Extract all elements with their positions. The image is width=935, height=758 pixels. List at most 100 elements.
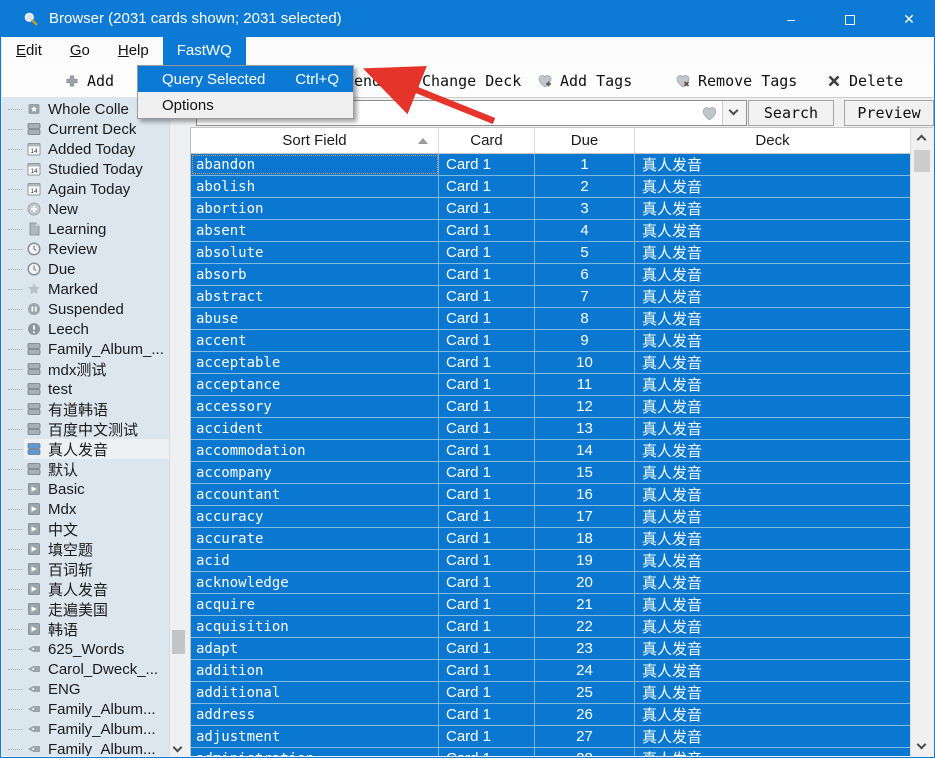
sidebar-item[interactable]: Due: [2, 259, 169, 279]
table-row[interactable]: abstract Card 1 7 真人发音: [191, 286, 910, 308]
column-header-card[interactable]: Card: [439, 128, 535, 153]
sidebar-item[interactable]: Family_Album...: [2, 699, 169, 719]
table-row[interactable]: accommodation Card 1 14 真人发音: [191, 440, 910, 462]
scroll-down-icon[interactable]: [916, 739, 927, 750]
sidebar-item[interactable]: test: [2, 379, 169, 399]
table-row[interactable]: absolute Card 1 5 真人发音: [191, 242, 910, 264]
notetype-icon: [26, 501, 42, 517]
sidebar-item[interactable]: Review: [2, 239, 169, 259]
sidebar-item[interactable]: Added Today: [2, 139, 169, 159]
sidebar-item[interactable]: Suspended: [2, 299, 169, 319]
table-row[interactable]: acid Card 1 19 真人发音: [191, 550, 910, 572]
sidebar-item[interactable]: 真人发音: [2, 439, 169, 459]
tree-guide: [8, 168, 22, 170]
table-row[interactable]: adjustment Card 1 27 真人发音: [191, 726, 910, 748]
delete-button[interactable]: Delete: [826, 65, 903, 97]
tree-guide: [8, 488, 22, 490]
table-row[interactable]: accuracy Card 1 17 真人发音: [191, 506, 910, 528]
sidebar-scrollbar-thumb[interactable]: [172, 630, 185, 654]
column-header-deck[interactable]: Deck: [635, 128, 910, 153]
suspend-button-partial[interactable]: end: [354, 65, 381, 97]
sidebar-item[interactable]: 中文: [2, 519, 169, 539]
table-row[interactable]: abortion Card 1 3 真人发音: [191, 198, 910, 220]
table-row[interactable]: accurate Card 1 18 真人发音: [191, 528, 910, 550]
sidebar-item[interactable]: 真人发音: [2, 579, 169, 599]
sidebar-item[interactable]: ENG: [2, 679, 169, 699]
table-row[interactable]: acquisition Card 1 22 真人发音: [191, 616, 910, 638]
menu-fastwq[interactable]: FastWQ: [162, 37, 246, 65]
table-row[interactable]: administrationCard 128真人发音: [191, 748, 910, 756]
favorite-heart-icon[interactable]: [701, 105, 718, 122]
sidebar-item[interactable]: Family_Album_...: [2, 339, 169, 359]
sidebar-item[interactable]: New: [2, 199, 169, 219]
table-row[interactable]: additional Card 1 25 真人发音: [191, 682, 910, 704]
table-row[interactable]: abandon Card 1 1 真人发音: [191, 154, 910, 176]
change-deck-button[interactable]: Change Deck: [399, 65, 521, 97]
sidebar-scrollbar[interactable]: [169, 97, 187, 756]
sidebar-item[interactable]: Learning: [2, 219, 169, 239]
sidebar-item[interactable]: Studied Today: [2, 159, 169, 179]
minimize-button[interactable]: –: [768, 1, 814, 37]
sidebar-item[interactable]: 韩语: [2, 619, 169, 639]
table-row[interactable]: acknowledge Card 1 20 真人发音: [191, 572, 910, 594]
table-row[interactable]: absent Card 1 4 真人发音: [191, 220, 910, 242]
menu-edit[interactable]: Edit: [2, 37, 56, 65]
maximize-button[interactable]: [827, 1, 873, 37]
preview-button[interactable]: Preview: [844, 100, 934, 126]
column-header-due[interactable]: Due: [535, 128, 635, 153]
add-tags-button[interactable]: Add Tags: [537, 65, 632, 97]
add-button[interactable]: Add: [64, 65, 114, 97]
menu-item-options[interactable]: Options: [138, 92, 353, 118]
close-button[interactable]: ✕: [886, 1, 932, 37]
table-row[interactable]: acceptable Card 1 10 真人发音: [191, 352, 910, 374]
deck-icon: [26, 381, 42, 397]
sidebar-item[interactable]: 填空题: [2, 539, 169, 559]
sidebar-item[interactable]: 百度中文测试: [2, 419, 169, 439]
cell-sort-field: accessory: [191, 396, 439, 417]
table-row[interactable]: acceptance Card 1 11 真人发音: [191, 374, 910, 396]
sidebar-item[interactable]: 625_Words: [2, 639, 169, 659]
table-scrollbar[interactable]: [910, 128, 933, 756]
table-row[interactable]: accountant Card 1 16 真人发音: [191, 484, 910, 506]
cell-card: Card 1: [439, 550, 535, 571]
table-row[interactable]: accessory Card 1 12 真人发音: [191, 396, 910, 418]
sidebar-item[interactable]: Family_Album...: [2, 739, 169, 756]
remove-tags-button[interactable]: Remove Tags: [675, 65, 797, 97]
due-header-label: Due: [570, 132, 599, 149]
table-row[interactable]: accompany Card 1 15 真人发音: [191, 462, 910, 484]
table-row[interactable]: accent Card 1 9 真人发音: [191, 330, 910, 352]
sidebar-item-label: Learning: [48, 220, 107, 238]
sidebar-item[interactable]: 百词斩: [2, 559, 169, 579]
table-scrollbar-thumb[interactable]: [914, 150, 930, 172]
deck-icon: [26, 121, 42, 137]
menu-help[interactable]: Help: [104, 37, 163, 65]
scroll-down-icon[interactable]: [172, 742, 183, 753]
table-row[interactable]: address Card 1 26 真人发音: [191, 704, 910, 726]
table-row[interactable]: acquire Card 1 21 真人发音: [191, 594, 910, 616]
scroll-up-icon[interactable]: [916, 134, 927, 145]
sidebar-item[interactable]: Family_Album...: [2, 719, 169, 739]
sidebar-item[interactable]: Basic: [2, 479, 169, 499]
sidebar-item[interactable]: Current Deck: [2, 119, 169, 139]
sidebar-item[interactable]: Again Today: [2, 179, 169, 199]
sidebar-item[interactable]: mdx测试: [2, 359, 169, 379]
sidebar-item[interactable]: Leech: [2, 319, 169, 339]
table-row[interactable]: absorb Card 1 6 真人发音: [191, 264, 910, 286]
menu-go[interactable]: Go: [56, 37, 104, 65]
sidebar-item[interactable]: 有道韩语: [2, 399, 169, 419]
tree-guide: [8, 508, 22, 510]
table-row[interactable]: abuse Card 1 8 真人发音: [191, 308, 910, 330]
table-row[interactable]: accident Card 1 13 真人发音: [191, 418, 910, 440]
sidebar-item[interactable]: 走遍美国: [2, 599, 169, 619]
menu-item-query-selected[interactable]: Query Selected Ctrl+Q: [138, 66, 353, 92]
sidebar-item[interactable]: Carol_Dweck_...: [2, 659, 169, 679]
column-header-sort-field[interactable]: Sort Field: [191, 128, 439, 153]
sidebar-item[interactable]: 默认: [2, 459, 169, 479]
table-row[interactable]: adapt Card 1 23 真人发音: [191, 638, 910, 660]
sidebar-item[interactable]: Mdx: [2, 499, 169, 519]
search-dropdown-button[interactable]: [722, 101, 746, 125]
table-row[interactable]: abolish Card 1 2 真人发音: [191, 176, 910, 198]
search-button[interactable]: Search: [748, 100, 834, 126]
sidebar-item[interactable]: Marked: [2, 279, 169, 299]
table-row[interactable]: addition Card 1 24 真人发音: [191, 660, 910, 682]
